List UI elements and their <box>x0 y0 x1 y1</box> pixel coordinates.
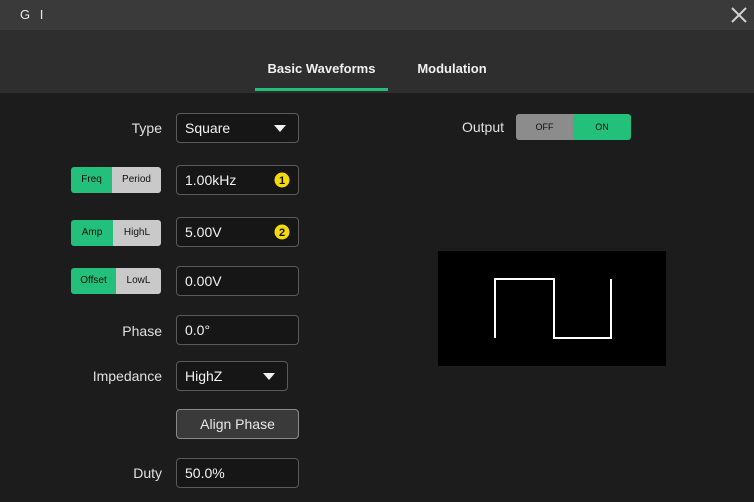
highl-option[interactable]: HighL <box>113 220 161 246</box>
duty-input[interactable]: 50.0% <box>176 458 299 488</box>
freq-value: 1.00kHz <box>185 172 237 188</box>
output-toggle[interactable]: OFF ON <box>516 114 631 140</box>
phase-input[interactable]: 0.0° <box>176 315 299 345</box>
amp-badge: 2 <box>279 227 285 239</box>
freq-badge: 1 <box>279 175 285 187</box>
amp-input[interactable]: 5.00V 2 <box>176 217 299 247</box>
tab-bar: Basic Waveforms Modulation <box>0 30 754 93</box>
waveform-preview <box>438 251 666 366</box>
output-off-option[interactable]: OFF <box>516 114 573 140</box>
freq-input[interactable]: 1.00kHz 1 <box>176 165 299 195</box>
caret-down-icon <box>263 373 275 380</box>
settings-panel: Type Square Freq Period 1.00kHz 1 Amp Hi… <box>0 93 754 502</box>
title-bar: G I <box>0 0 754 30</box>
close-icon[interactable] <box>728 2 750 28</box>
offset-option[interactable]: Offset <box>71 268 116 294</box>
output-on-option[interactable]: ON <box>573 114 631 140</box>
impedance-dropdown[interactable]: HighZ <box>176 361 288 391</box>
phase-value: 0.0° <box>185 322 211 338</box>
impedance-value: HighZ <box>185 368 223 384</box>
align-phase-button[interactable]: Align Phase <box>176 409 299 439</box>
duty-label: Duty <box>133 465 162 481</box>
numbered-circle-icon: 1 <box>274 172 290 188</box>
offset-value: 0.00V <box>185 273 222 289</box>
duty-value: 50.0% <box>185 465 225 481</box>
offset-lowl-switch[interactable]: Offset LowL <box>71 268 161 294</box>
tab-modulation[interactable]: Modulation <box>402 30 502 93</box>
type-label: Type <box>131 120 162 136</box>
lowl-option[interactable]: LowL <box>116 268 161 294</box>
impedance-label: Impedance <box>92 368 162 384</box>
phase-label: Phase <box>122 323 162 339</box>
tab-basic-waveforms[interactable]: Basic Waveforms <box>255 30 388 93</box>
type-dropdown[interactable]: Square <box>176 113 299 143</box>
numbered-circle-icon: 2 <box>274 224 290 240</box>
freq-period-switch[interactable]: Freq Period <box>71 167 161 193</box>
period-option[interactable]: Period <box>112 167 161 193</box>
amp-highl-switch[interactable]: Amp HighL <box>71 220 161 246</box>
type-value: Square <box>185 120 231 136</box>
amp-value: 5.00V <box>185 224 222 240</box>
freq-option[interactable]: Freq <box>71 167 112 193</box>
amp-option[interactable]: Amp <box>71 220 113 246</box>
window-title: G I <box>20 7 47 22</box>
offset-input[interactable]: 0.00V <box>176 266 299 296</box>
square-wave-icon <box>494 278 612 339</box>
output-label: Output <box>461 119 504 135</box>
caret-down-icon <box>274 125 286 132</box>
